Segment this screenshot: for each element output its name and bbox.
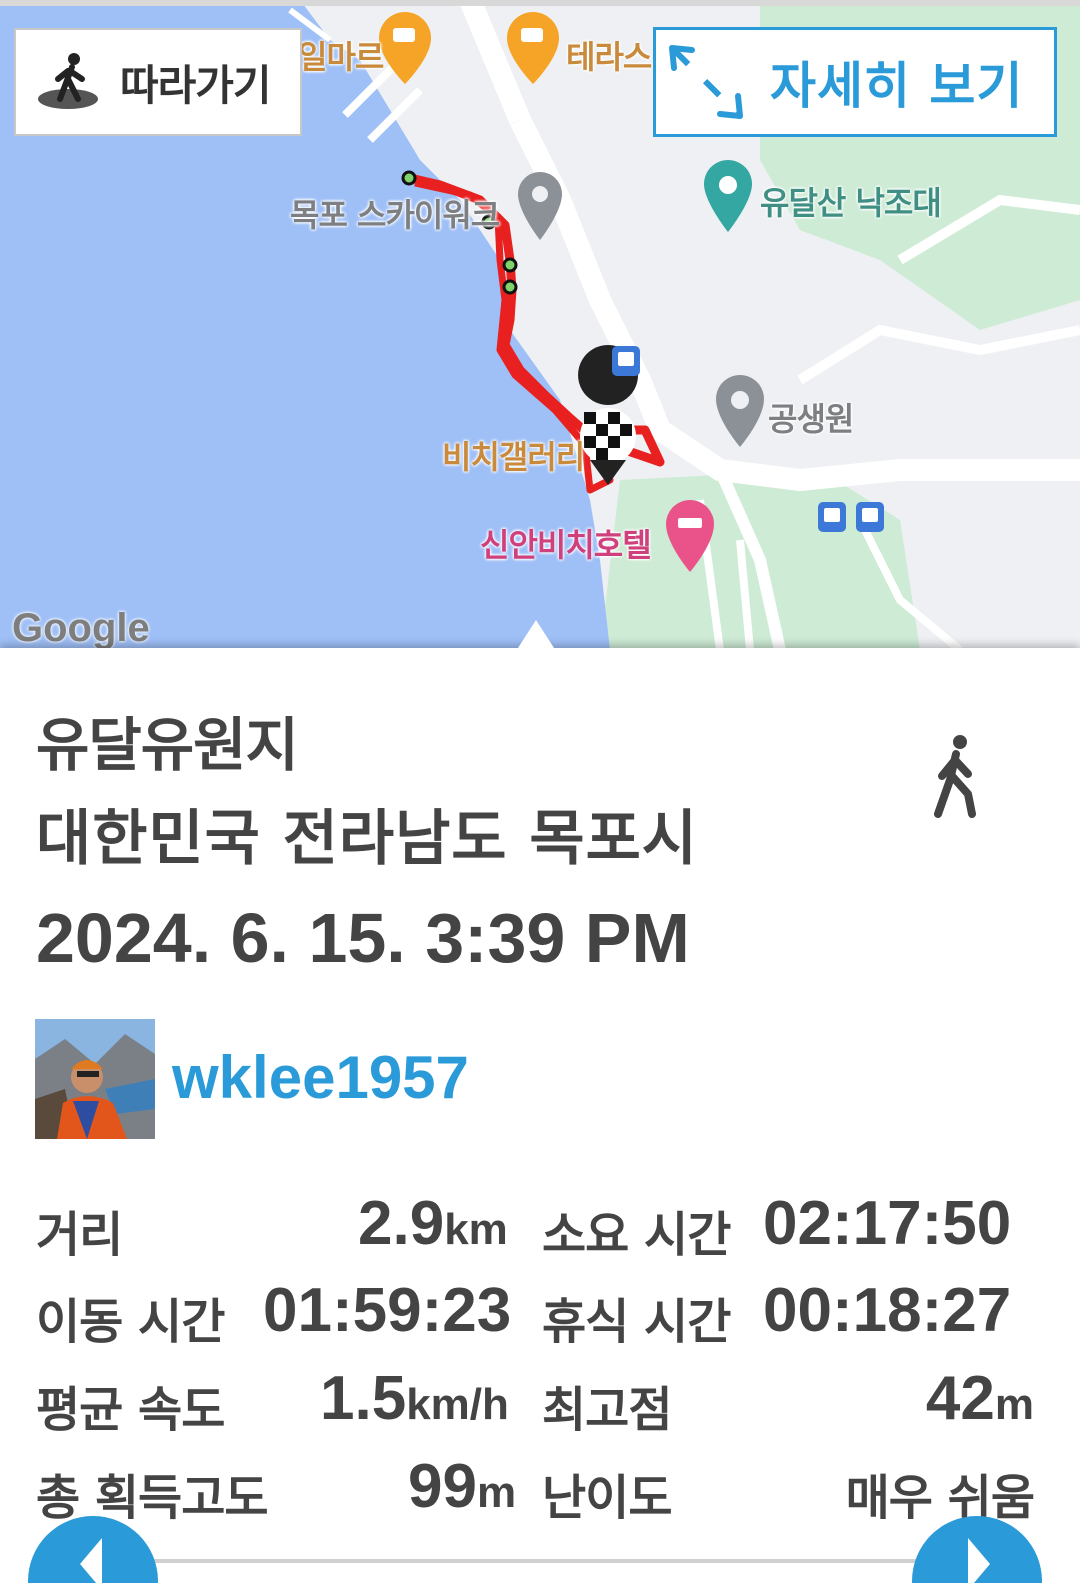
bus-stop-icon <box>818 502 846 532</box>
max-elevation-unit: m <box>994 1380 1034 1429</box>
poi-label-hotel[interactable]: 신안비치호텔 <box>480 520 652 566</box>
follow-button[interactable]: 따라가기 <box>14 28 302 136</box>
total-ascent-unit: m <box>476 1468 517 1517</box>
poi-label-cafe2[interactable]: 테라스 <box>566 32 652 78</box>
stat-value-moving-time: 01:59:23 <box>263 1276 512 1345</box>
stat-label-difficulty: 난이도 <box>542 1470 672 1526</box>
stat-value-total-ascent: 99m <box>408 1451 516 1522</box>
walker-icon <box>38 53 98 109</box>
stat-label-duration: 소요 시간 <box>542 1207 731 1263</box>
track-date: 2024. 6. 15. 3:39 PM <box>36 899 690 977</box>
poi-label-cafe1[interactable]: 일마르 <box>298 32 384 78</box>
previous-button[interactable] <box>28 1516 158 1583</box>
bus-stop-icon <box>856 502 884 532</box>
stat-value-duration: 02:17:50 <box>763 1189 1012 1258</box>
stat-value-max-elevation: 42m <box>926 1363 1034 1434</box>
place-title: 유달유원지 <box>36 711 299 779</box>
stat-label-max-elevation: 최고점 <box>542 1382 672 1438</box>
avg-speed-value: 1.5 <box>320 1364 407 1433</box>
user-avatar[interactable] <box>35 1019 155 1139</box>
pager-track <box>150 1559 920 1563</box>
detail-view-button[interactable]: 자세히 보기 <box>653 27 1057 137</box>
follow-button-label: 따라가기 <box>120 60 272 110</box>
next-button[interactable] <box>912 1516 1042 1583</box>
stat-label-moving-time: 이동 시간 <box>36 1294 225 1350</box>
panel-pointer <box>518 620 554 648</box>
stat-label-avg-speed: 평균 속도 <box>36 1382 225 1438</box>
expand-arrows-icon <box>669 45 743 119</box>
chevron-left-icon <box>80 1538 102 1583</box>
poi-label-viewpoint[interactable]: 유달산 낙조대 <box>760 178 942 224</box>
poi-label-skywalk[interactable]: 목포 스카이워크 <box>290 190 500 236</box>
user-avatar-photo <box>35 1019 155 1139</box>
track-info-panel: 유달유원지 대한민국 전라남도 목포시 2024. 6. 15. 3:39 PM… <box>0 648 1080 1583</box>
walking-icon <box>934 735 976 818</box>
detail-view-button-label: 자세히 보기 <box>770 57 1024 115</box>
username-link[interactable]: wklee1957 <box>172 1043 469 1112</box>
place-address: 대한민국 전라남도 목포시 <box>36 804 698 874</box>
route-map[interactable]: 일마르 테라스 목포 스카이워크 유달산 낙조대 공생원 비치갤러리 신안비치호… <box>0 0 1080 650</box>
avg-speed-unit: km/h <box>406 1380 509 1429</box>
stat-label-distance: 거리 <box>36 1207 123 1263</box>
bus-stop-icon <box>612 346 640 376</box>
google-logo: Google <box>12 606 150 650</box>
max-elevation-value: 42 <box>925 1364 995 1433</box>
distance-value: 2.9 <box>358 1189 445 1258</box>
chevron-right-icon <box>968 1538 990 1583</box>
distance-unit: km <box>444 1205 508 1254</box>
poi-label-gallery[interactable]: 비치갤러리 <box>442 432 585 478</box>
stat-value-avg-speed: 1.5km/h <box>320 1363 509 1434</box>
total-ascent-value: 99 <box>408 1452 477 1521</box>
poi-label-park[interactable]: 공생원 <box>768 394 854 440</box>
stat-value-distance: 2.9km <box>358 1188 508 1259</box>
stat-label-rest-time: 휴식 시간 <box>542 1294 731 1350</box>
stat-value-rest-time: 00:18:27 <box>763 1276 1012 1345</box>
